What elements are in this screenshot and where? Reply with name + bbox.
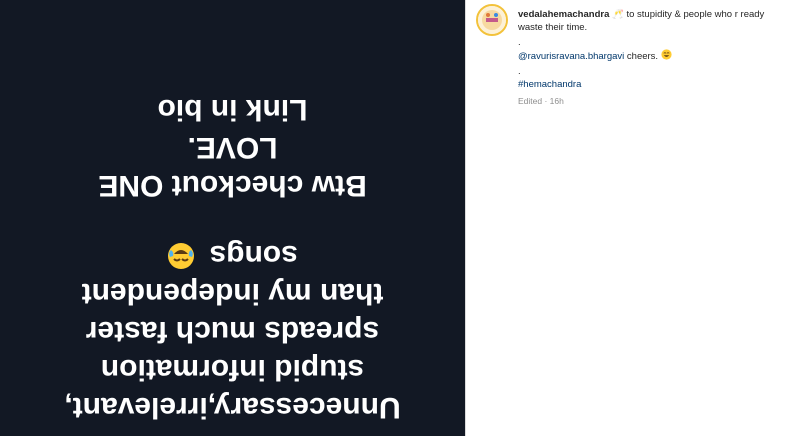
mention-link[interactable]: @ravurisravana.bhargavi: [518, 51, 624, 62]
image-text-line: Unnecessary,irrelevant,: [64, 391, 401, 424]
caption-first-line: vedalahemachandra 🥂 to stupidity & peopl…: [518, 8, 788, 34]
image-text-line: LOVE.: [187, 131, 278, 164]
face-with-tears-of-joy-emoji-icon: [168, 243, 195, 269]
username-link[interactable]: vedalahemachandra: [518, 9, 609, 20]
image-text-line: Link in bio: [157, 93, 308, 126]
avatar[interactable]: [476, 4, 508, 36]
hashtag-link[interactable]: #hemachandra: [518, 78, 788, 91]
caption-panel: vedalahemachandra 🥂 to stupidity & peopl…: [465, 0, 800, 436]
caption-dot: .: [518, 37, 521, 48]
instagram-post: Unnecessary,irrelevant, stupid informati…: [0, 0, 800, 436]
mention-suffix: cheers.: [624, 51, 659, 62]
image-text-line: stupid information: [100, 353, 365, 386]
edited-label: Edited: [518, 96, 543, 106]
image-text-line: Btw checkout ONE: [98, 169, 367, 202]
caption-dot: .: [518, 66, 521, 77]
image-text-line: than my independent: [81, 277, 384, 310]
post-time[interactable]: 16h: [550, 96, 564, 106]
image-text-line: spreads much faster: [85, 315, 380, 348]
image-text-word: songs: [209, 239, 298, 272]
avatar-image-icon: [478, 6, 506, 34]
upside-down-text-block: Unnecessary,irrelevant, stupid informati…: [0, 0, 465, 436]
post-image[interactable]: Unnecessary,irrelevant, stupid informati…: [0, 0, 465, 436]
meta-separator: ·: [542, 96, 550, 106]
grinning-face-emoji-icon: [661, 49, 672, 60]
post-meta: Edited · 16h: [518, 96, 564, 106]
image-text-line-with-emoji: songs: [0, 238, 465, 272]
caption-mention-line: @ravurisravana.bhargavi cheers.: [518, 49, 788, 63]
post-caption: vedalahemachandra 🥂 to stupidity & peopl…: [518, 8, 788, 91]
